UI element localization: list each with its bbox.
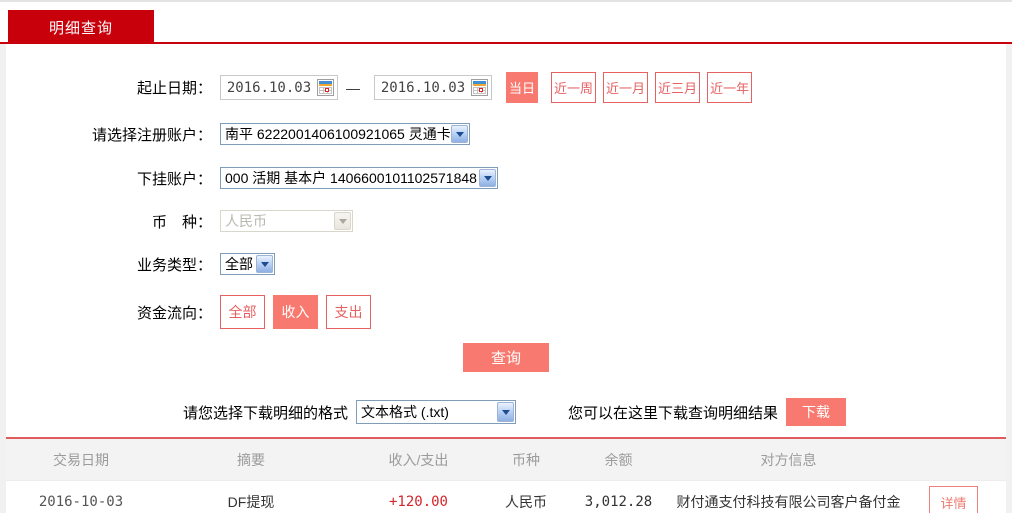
table-header-row: 交易日期 摘要 收入/支出 币种 余额 对方信息 (6, 439, 1006, 480)
tab-detail-query[interactable]: 明细查询 (8, 10, 154, 44)
query-button[interactable]: 查询 (463, 343, 549, 372)
header-transaction-date: 交易日期 (53, 451, 109, 468)
quick-range-week-button[interactable]: 近一周 (551, 72, 597, 103)
business-type-value: 全部 (225, 256, 253, 272)
business-type-label: 业务类型： (136, 256, 212, 274)
header-summary: 摘要 (237, 451, 265, 468)
quick-range-year-button[interactable]: 近一年 (707, 72, 753, 103)
cell-transaction-date: 2016-10-03 (38, 494, 124, 510)
date-separator: — (346, 79, 360, 96)
cell-counterparty: 财付通支付科技有限公司客户备付金 (676, 494, 901, 510)
header-counterparty: 对方信息 (760, 451, 817, 468)
chevron-down-icon (497, 402, 515, 422)
cell-currency: 人民币 (505, 494, 547, 510)
fund-flow-row: 资金流向： 全部 收入 支出 (6, 295, 1006, 329)
flow-income-button[interactable]: 收入 (273, 295, 318, 329)
header-currency: 币种 (512, 451, 540, 468)
query-panel: 起止日期： 2016.10.03 — 2016.10.03 当日 近一周 近一月… (6, 44, 1006, 513)
chevron-down-icon (334, 212, 351, 230)
query-button-row: 查询 (6, 343, 1006, 372)
currency-select: 人民币 (220, 210, 353, 232)
header-income-expense: 收入/支出 (388, 451, 449, 468)
quick-range-month-button[interactable]: 近一月 (603, 72, 649, 103)
sub-account-select[interactable]: 000 活期 基本户 1406600101102571848 (220, 167, 498, 189)
date-range-row: 起止日期： 2016.10.03 — 2016.10.03 当日 近一周 近一月… (6, 72, 1006, 103)
cell-actions: 详情 (901, 485, 1006, 513)
register-account-value: 南平 6222001406100921065 灵通卡 (225, 126, 450, 142)
detail-button[interactable]: 详情 (929, 485, 978, 513)
date-from-input[interactable]: 2016.10.03 (220, 75, 338, 100)
currency-label: 币 种： (151, 213, 212, 231)
quick-range-today-button[interactable]: 当日 (506, 72, 539, 103)
currency-row: 币 种： 人民币 (6, 210, 1006, 232)
download-format-value: 文本格式 (.txt) (361, 404, 449, 420)
table-row: 2016-10-03 DF提现 +120.00 人民币 3,012.28 财付通… (6, 480, 1006, 513)
sub-account-value: 000 活期 基本户 1406600101102571848 (225, 170, 477, 186)
chevron-down-icon (479, 169, 496, 187)
currency-value: 人民币 (225, 213, 267, 229)
download-hint: 您可以在这里下载查询明细结果 (568, 404, 779, 422)
fund-flow-label: 资金流向： (136, 304, 212, 322)
flow-expense-button[interactable]: 支出 (326, 295, 371, 329)
quick-range-quarter-button[interactable]: 近三月 (655, 72, 701, 103)
calendar-icon[interactable] (471, 79, 488, 96)
download-format-label: 请您选择下载明细的格式 (183, 404, 349, 422)
chevron-down-icon (256, 255, 273, 273)
business-type-row: 业务类型： 全部 (6, 253, 1006, 275)
date-to-input[interactable]: 2016.10.03 (374, 75, 492, 100)
register-account-select[interactable]: 南平 6222001406100921065 灵通卡 (220, 123, 470, 145)
cell-amount: +120.00 (388, 494, 448, 510)
register-account-label: 请选择注册账户： (91, 126, 212, 144)
download-row: 请您选择下载明细的格式 文本格式 (.txt) 您可以在这里下载查询明细结果 下… (6, 398, 1006, 426)
register-account-row: 请选择注册账户： 南平 6222001406100921065 灵通卡 (6, 123, 1006, 145)
date-to-value: 2016.10.03 (380, 79, 466, 96)
cell-balance: 3,012.28 (584, 494, 653, 510)
chevron-down-icon (451, 125, 468, 143)
sub-account-label: 下挂账户： (136, 170, 212, 188)
calendar-icon[interactable] (317, 79, 334, 96)
sub-account-row: 下挂账户： 000 活期 基本户 1406600101102571848 (6, 167, 1006, 189)
tab-bar: 明细查询 (0, 0, 1012, 44)
date-range-label: 起止日期： (136, 80, 212, 97)
flow-all-button[interactable]: 全部 (220, 295, 265, 329)
business-type-select[interactable]: 全部 (220, 253, 275, 275)
transactions-table: 交易日期 摘要 收入/支出 币种 余额 对方信息 2016-10-03 DF提现… (6, 437, 1006, 513)
download-button[interactable]: 下载 (786, 398, 847, 426)
download-format-select[interactable]: 文本格式 (.txt) (356, 400, 517, 424)
cell-summary: DF提现 (227, 494, 275, 510)
query-form: 起止日期： 2016.10.03 — 2016.10.03 当日 近一周 近一月… (6, 44, 1006, 372)
header-balance: 余额 (604, 451, 633, 468)
date-from-value: 2016.10.03 (226, 79, 312, 96)
